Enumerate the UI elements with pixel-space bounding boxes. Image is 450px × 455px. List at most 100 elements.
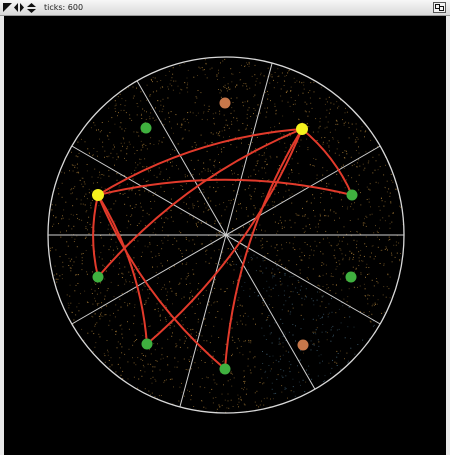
particle bbox=[298, 173, 300, 175]
yellow-node[interactable] bbox=[92, 189, 104, 201]
green-node[interactable] bbox=[140, 122, 152, 134]
particle bbox=[158, 140, 160, 142]
particle bbox=[248, 341, 250, 343]
particle bbox=[189, 196, 191, 198]
zoom-button[interactable] bbox=[433, 2, 446, 13]
particle bbox=[146, 99, 148, 101]
simulation-view[interactable] bbox=[4, 16, 446, 455]
particle bbox=[238, 233, 240, 235]
particle bbox=[131, 208, 133, 209]
particle bbox=[202, 69, 204, 71]
particle bbox=[357, 344, 359, 345]
particle bbox=[372, 303, 374, 305]
particle bbox=[261, 102, 263, 104]
particle bbox=[255, 237, 257, 239]
particle bbox=[244, 387, 245, 389]
particle bbox=[98, 315, 100, 317]
particle bbox=[337, 243, 339, 245]
particle bbox=[294, 236, 296, 238]
particle bbox=[291, 172, 293, 173]
particle bbox=[98, 256, 100, 258]
particle bbox=[328, 146, 330, 148]
particle bbox=[68, 304, 70, 306]
particle bbox=[239, 315, 241, 317]
particle bbox=[100, 315, 102, 317]
particle bbox=[114, 108, 116, 110]
particle bbox=[115, 200, 117, 202]
particle bbox=[141, 144, 143, 146]
particle bbox=[170, 216, 172, 218]
particle bbox=[227, 124, 229, 126]
particle bbox=[58, 193, 60, 195]
particle bbox=[275, 359, 277, 361]
particle bbox=[60, 236, 62, 238]
particle bbox=[73, 225, 75, 227]
particle bbox=[122, 193, 124, 195]
yellow-node[interactable] bbox=[296, 123, 308, 135]
step-icon[interactable] bbox=[14, 3, 24, 13]
particle bbox=[128, 348, 130, 350]
particle bbox=[152, 366, 154, 368]
particle bbox=[143, 284, 145, 286]
particle bbox=[110, 208, 112, 210]
particle bbox=[68, 218, 70, 220]
particle bbox=[98, 129, 99, 131]
particle bbox=[368, 198, 370, 200]
orange-node[interactable] bbox=[219, 97, 231, 109]
particle bbox=[245, 324, 247, 326]
particle bbox=[285, 300, 287, 302]
particle bbox=[114, 100, 116, 102]
particle bbox=[389, 192, 391, 194]
green-node[interactable] bbox=[92, 271, 104, 283]
particle bbox=[116, 173, 118, 175]
particle bbox=[187, 112, 189, 114]
resize-icon[interactable] bbox=[26, 2, 36, 13]
particle bbox=[86, 164, 88, 165]
orange-node[interactable] bbox=[297, 339, 309, 351]
particle bbox=[135, 340, 137, 341]
particle bbox=[188, 130, 190, 132]
particle bbox=[176, 123, 178, 125]
particle bbox=[325, 273, 327, 275]
particle bbox=[171, 77, 173, 79]
particle bbox=[330, 209, 332, 211]
particle bbox=[313, 165, 315, 167]
collapse-icon[interactable] bbox=[2, 3, 12, 13]
particle bbox=[127, 305, 129, 307]
particle bbox=[374, 302, 376, 304]
particle bbox=[300, 314, 302, 316]
green-node[interactable] bbox=[346, 189, 358, 201]
particle bbox=[330, 372, 332, 374]
particle bbox=[156, 303, 158, 305]
particle bbox=[100, 282, 101, 284]
particle bbox=[73, 187, 75, 189]
particle bbox=[245, 83, 247, 85]
particle bbox=[353, 164, 355, 166]
particle bbox=[154, 222, 156, 224]
particle bbox=[384, 220, 386, 222]
particle bbox=[339, 248, 341, 250]
particle bbox=[115, 110, 117, 112]
particle bbox=[266, 290, 268, 292]
particle bbox=[277, 82, 279, 84]
particle bbox=[337, 107, 339, 109]
particle bbox=[114, 220, 116, 222]
particle bbox=[295, 340, 296, 342]
particle bbox=[281, 309, 283, 311]
green-node[interactable] bbox=[219, 363, 231, 375]
green-node[interactable] bbox=[345, 271, 357, 283]
particle bbox=[230, 372, 232, 374]
particle bbox=[195, 147, 197, 149]
particle bbox=[368, 315, 370, 316]
particle bbox=[95, 300, 96, 302]
particle bbox=[322, 253, 324, 255]
particle bbox=[372, 325, 374, 327]
particle bbox=[185, 238, 187, 240]
particle bbox=[315, 226, 317, 228]
particle bbox=[356, 231, 358, 232]
particle bbox=[153, 174, 155, 176]
green-node[interactable] bbox=[141, 338, 153, 350]
particle bbox=[112, 249, 114, 251]
particle bbox=[160, 100, 162, 102]
particle bbox=[266, 280, 268, 282]
